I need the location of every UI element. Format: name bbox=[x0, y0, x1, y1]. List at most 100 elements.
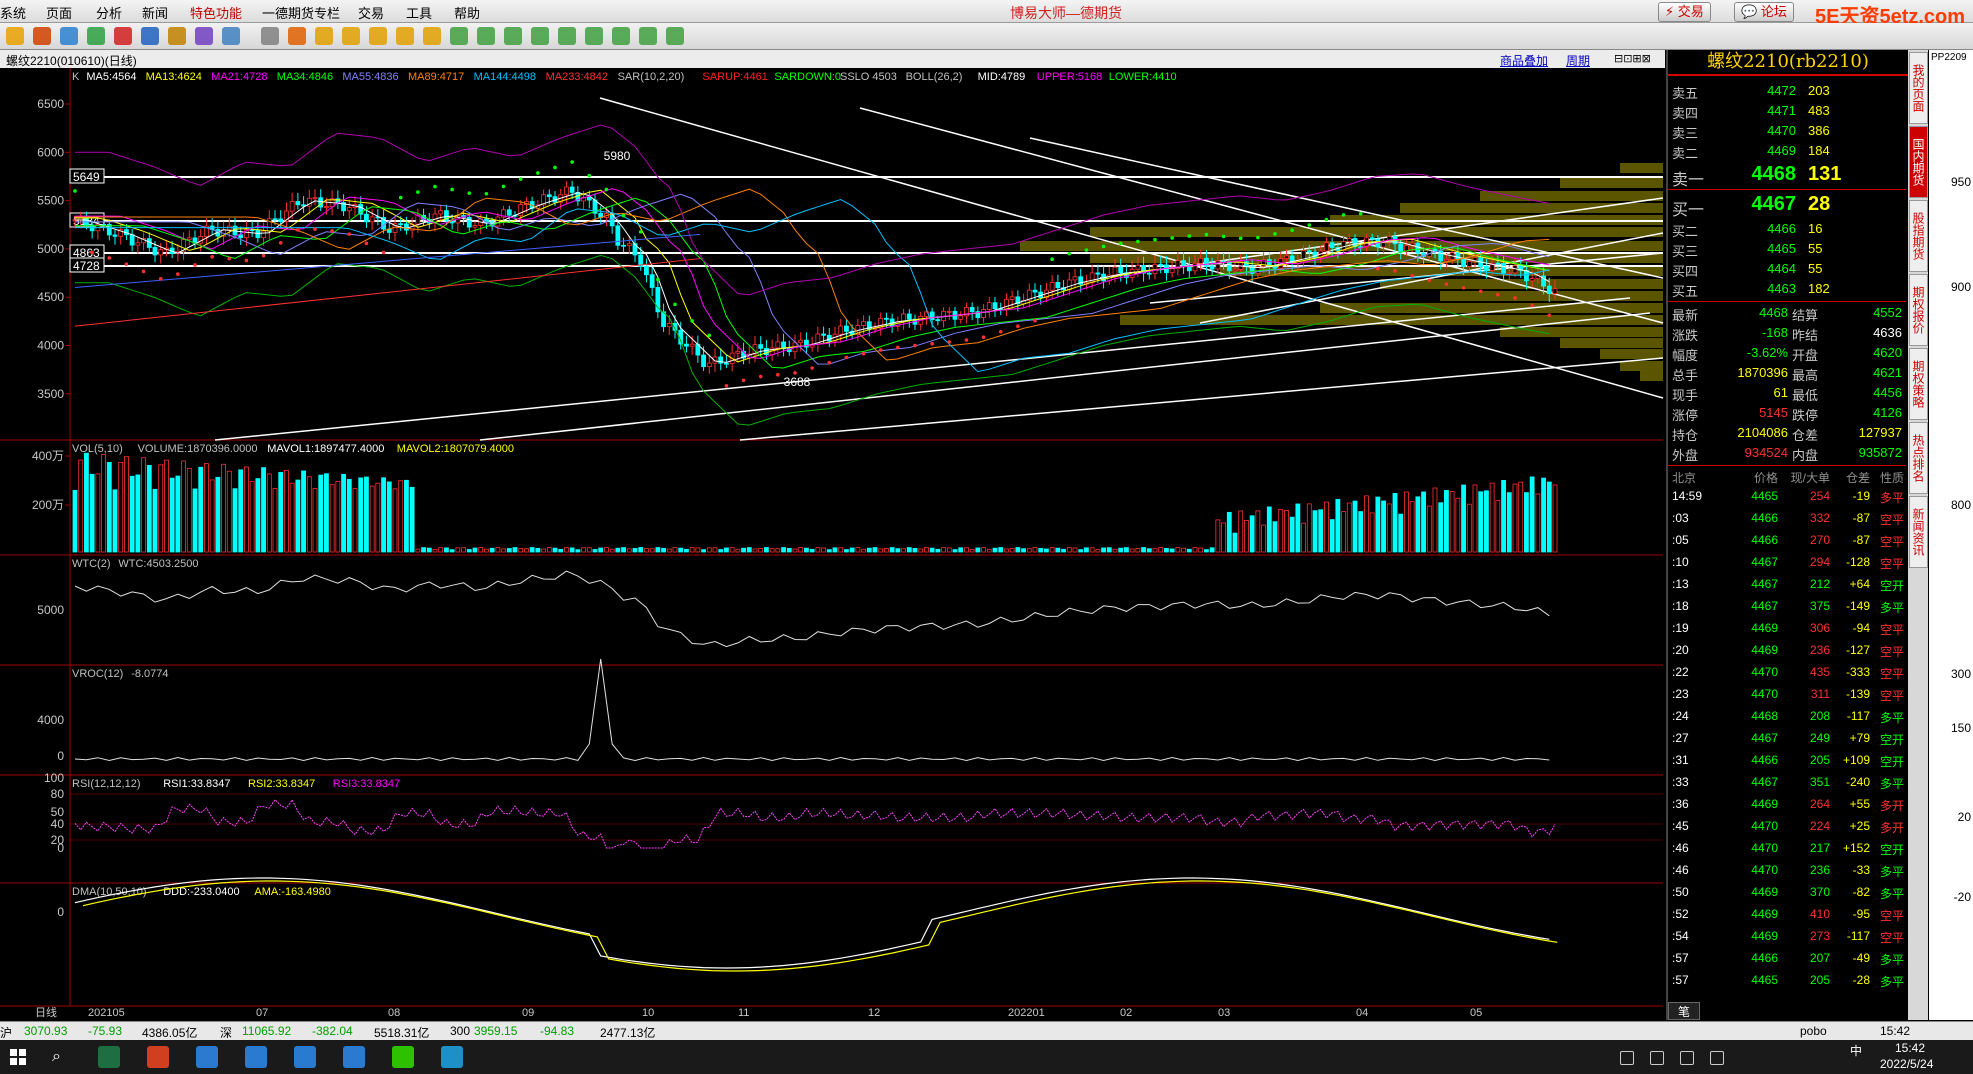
5-icon[interactable] bbox=[504, 27, 522, 45]
window-controls-icon[interactable]: ⊟⊡⊞⊠ bbox=[1614, 52, 1668, 65]
candle-body bbox=[564, 186, 569, 196]
day-icon[interactable] bbox=[315, 27, 333, 45]
price-tick-label: 6000 bbox=[37, 145, 64, 159]
notification-icon[interactable] bbox=[1710, 1051, 1724, 1065]
month-icon[interactable] bbox=[342, 27, 360, 45]
list-icon[interactable] bbox=[222, 27, 240, 45]
search-icon[interactable] bbox=[114, 27, 132, 45]
bid-row[interactable]: 买三 4465 55 bbox=[1668, 241, 1906, 259]
grid-icon[interactable] bbox=[261, 27, 279, 45]
ask-row[interactable]: 卖三 4470 386 bbox=[1668, 123, 1906, 141]
menu-system[interactable]: 系统 bbox=[0, 3, 26, 22]
pin-icon[interactable] bbox=[168, 27, 186, 45]
week-icon[interactable] bbox=[369, 27, 387, 45]
ask-row[interactable]: 卖二 4469 184 bbox=[1668, 143, 1906, 161]
side-tab[interactable]: 国内期货 bbox=[1909, 126, 1928, 198]
30-icon[interactable] bbox=[558, 27, 576, 45]
forum-button[interactable]: 💬 论坛 bbox=[1734, 2, 1794, 22]
overlay-link[interactable]: 商品叠加 bbox=[1500, 52, 1548, 69]
menu-features[interactable]: 特色功能 bbox=[190, 3, 242, 22]
status-item: 3070.93 bbox=[24, 1024, 68, 1038]
tick-oi: -95 bbox=[1852, 907, 1870, 921]
stat-value: 2104086 bbox=[1737, 425, 1788, 440]
volume-bar bbox=[512, 547, 518, 553]
period-link[interactable]: 周期 bbox=[1566, 52, 1590, 69]
tick-icon[interactable] bbox=[288, 27, 306, 45]
taskbar-ime[interactable]: 中 bbox=[1850, 1042, 1862, 1059]
app-icon[interactable] bbox=[294, 1046, 316, 1068]
menu-trade[interactable]: 交易 bbox=[358, 3, 384, 22]
1-icon[interactable] bbox=[450, 27, 468, 45]
side-tab[interactable]: 我的页面 bbox=[1909, 52, 1928, 124]
bid-row[interactable]: 买一 4467 28 bbox=[1668, 193, 1906, 219]
refresh-icon[interactable] bbox=[87, 27, 105, 45]
side-tab[interactable]: 热点排名 bbox=[1909, 422, 1928, 494]
search-icon[interactable]: ⌕ bbox=[52, 1048, 70, 1066]
volume-profile-bar bbox=[1560, 338, 1663, 348]
volume-bar bbox=[101, 454, 106, 553]
cross-icon[interactable] bbox=[423, 27, 441, 45]
candle-body bbox=[861, 321, 866, 326]
taskbar-time: 15:42 bbox=[1895, 1041, 1926, 1055]
volume-bar bbox=[129, 475, 135, 553]
forward-icon[interactable] bbox=[60, 27, 78, 45]
menu-column[interactable]: 一德期货专栏 bbox=[262, 3, 340, 22]
zoom-icon[interactable] bbox=[141, 27, 159, 45]
4h-icon[interactable] bbox=[639, 27, 657, 45]
status-bar: 沪 3070.93 -75.93 4386.05亿 深 11065.92 -382.04 55… bbox=[0, 1021, 1973, 1040]
candle-body bbox=[798, 339, 804, 344]
start-icon[interactable] bbox=[10, 1049, 26, 1065]
home-icon[interactable] bbox=[6, 27, 24, 45]
back-icon[interactable] bbox=[33, 27, 51, 45]
draw-icon[interactable] bbox=[195, 27, 213, 45]
trade-button[interactable]: ⚡ 交易 bbox=[1658, 2, 1711, 22]
sar-dot bbox=[124, 262, 129, 266]
year-icon[interactable] bbox=[666, 27, 684, 45]
bid-row[interactable]: 买四 4464 55 bbox=[1668, 261, 1906, 279]
app-icon[interactable] bbox=[196, 1046, 218, 1068]
bid-row[interactable]: 买二 4466 16 bbox=[1668, 221, 1906, 239]
menu-help[interactable]: 帮助 bbox=[454, 3, 480, 22]
app-icon[interactable] bbox=[245, 1046, 267, 1068]
menu-page[interactable]: 页面 bbox=[46, 3, 72, 22]
menu-tools[interactable]: 工具 bbox=[406, 3, 432, 22]
wechat-icon[interactable] bbox=[392, 1046, 414, 1068]
menu-analysis[interactable]: 分析 bbox=[96, 3, 122, 22]
sar-dot bbox=[347, 232, 352, 236]
edge-icon[interactable] bbox=[441, 1046, 463, 1068]
3-icon[interactable] bbox=[477, 27, 495, 45]
bid-row[interactable]: 买五 4463 182 bbox=[1668, 281, 1906, 299]
ask-label: 卖五 bbox=[1672, 86, 1699, 101]
app-icon[interactable] bbox=[343, 1046, 365, 1068]
kline-chart[interactable]: 6500600055005000450040003500564951844863… bbox=[0, 68, 1665, 1020]
sar-dot bbox=[1290, 228, 1294, 233]
ask-row[interactable]: 卖五 4472 203 bbox=[1668, 83, 1906, 101]
network-icon[interactable] bbox=[1620, 1051, 1634, 1065]
volume-bar bbox=[1501, 480, 1506, 553]
2h-icon[interactable] bbox=[612, 27, 630, 45]
volume-profile-bar bbox=[1480, 191, 1663, 201]
app-icon[interactable] bbox=[147, 1046, 169, 1068]
side-tab[interactable]: 期权报价 bbox=[1909, 274, 1928, 346]
15-icon[interactable] bbox=[531, 27, 549, 45]
volume-bar bbox=[1375, 496, 1381, 553]
volume-bar bbox=[272, 488, 278, 553]
volume-icon[interactable] bbox=[1650, 1051, 1664, 1065]
ask-row[interactable]: 卖一 4468 131 bbox=[1668, 163, 1906, 189]
symbol-label: 螺纹2210(010610)(日线) bbox=[6, 54, 137, 68]
side-tab[interactable]: 股指期货 bbox=[1909, 200, 1928, 272]
quarter-icon[interactable] bbox=[396, 27, 414, 45]
menu-news[interactable]: 新闻 bbox=[142, 3, 168, 22]
ask-row[interactable]: 卖四 4471 483 bbox=[1668, 103, 1906, 121]
tick-row: :23 4470 311 -139 空平 bbox=[1668, 687, 1906, 705]
candle-body bbox=[981, 309, 986, 318]
tick-tab[interactable]: 笔 bbox=[1668, 1002, 1700, 1020]
excel-icon[interactable] bbox=[98, 1046, 120, 1068]
candle-body bbox=[1169, 268, 1175, 274]
side-tab[interactable]: 期权策略 bbox=[1909, 348, 1928, 420]
battery-icon[interactable] bbox=[1680, 1051, 1694, 1065]
side-tab[interactable]: 新闻资讯 bbox=[1909, 496, 1928, 568]
candle-body bbox=[1484, 265, 1489, 271]
60-icon[interactable] bbox=[585, 27, 603, 45]
dma-indicator-label: DMA(10,50,10) bbox=[72, 886, 147, 898]
